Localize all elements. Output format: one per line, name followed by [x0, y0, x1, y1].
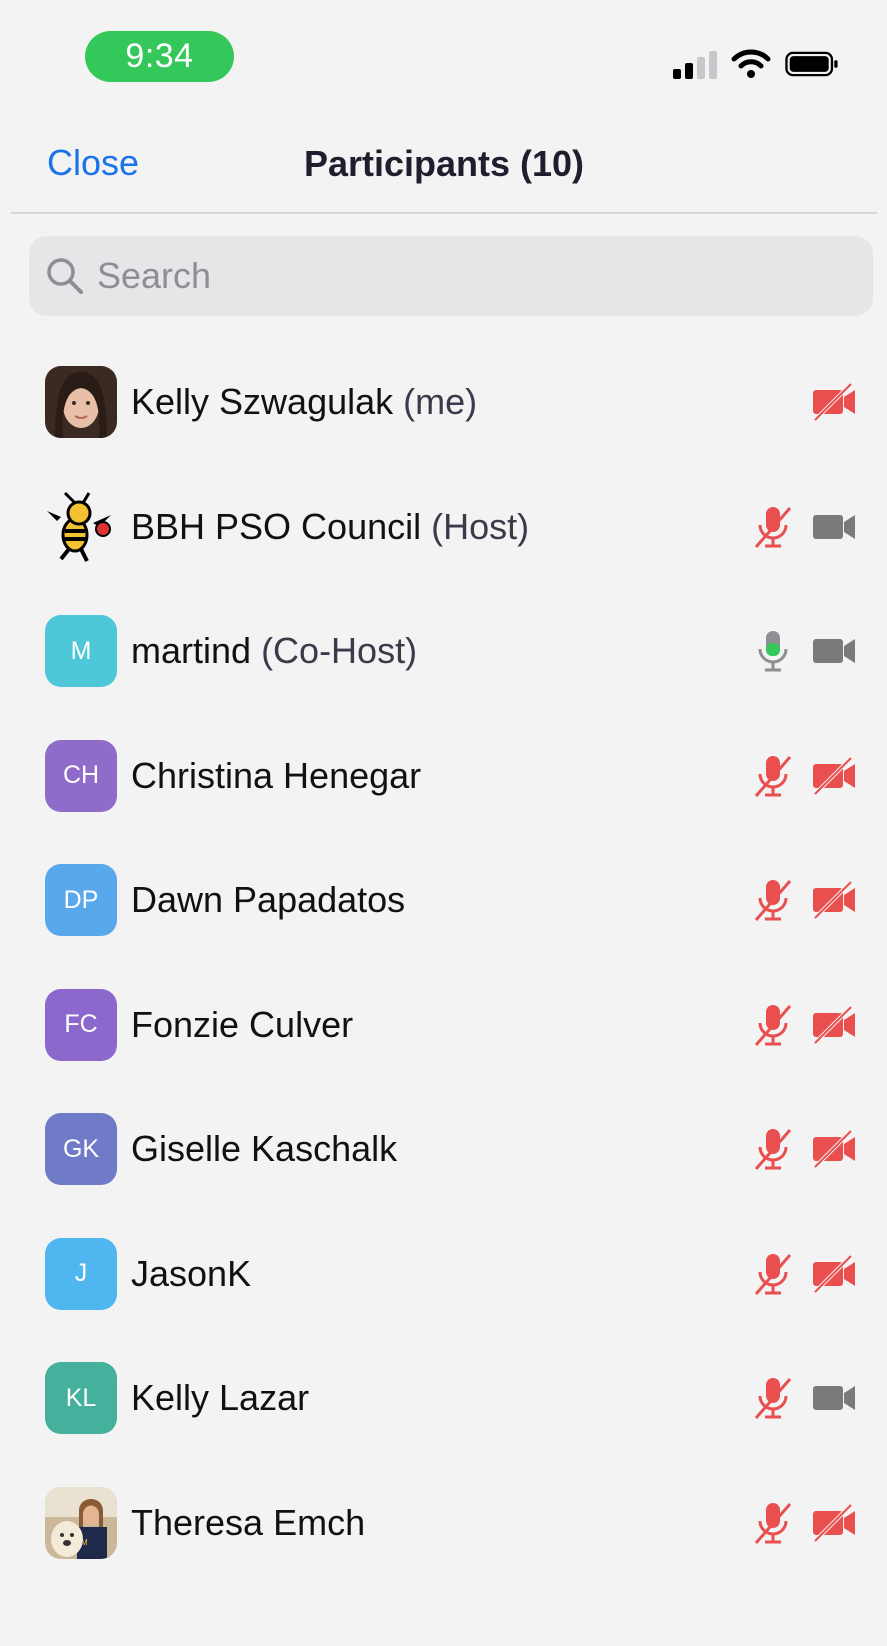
status-time-pill[interactable]: 9:34 — [85, 31, 234, 82]
participant-name: Theresa Emch — [131, 1501, 366, 1543]
microphone-icon — [753, 629, 793, 673]
participant-row[interactable]: GK Giselle Kaschalk — [0, 1087, 887, 1212]
participant-role: (me) — [403, 381, 478, 423]
search-bar[interactable] — [29, 236, 873, 316]
navigation-bar: Close Participants (10) — [11, 124, 877, 214]
avatar — [45, 490, 117, 563]
participant-name-block: Christina Henegar — [131, 755, 421, 797]
video-camera-icon — [811, 1378, 857, 1418]
participant-name-block: Giselle Kaschalk — [131, 1128, 397, 1170]
participant-name: Christina Henegar — [131, 754, 422, 796]
participant-row[interactable]: Kelly Szwagulak (me) — [0, 340, 887, 465]
participant-list: Kelly Szwagulak (me) BBH PSO Council (Hos… — [0, 340, 887, 1585]
avatar-initials: CH — [62, 761, 100, 790]
avatar: M — [45, 615, 117, 688]
video-off-icon — [811, 1254, 857, 1294]
participant-status-icons — [811, 382, 857, 422]
video-off-icon — [811, 756, 857, 796]
video-camera-icon — [811, 631, 857, 671]
participant-name: Kelly Szwagulak — [131, 381, 394, 423]
participant-name-block: BBH PSO Council (Host) — [131, 506, 529, 548]
participant-name-block: Kelly Szwagulak (me) — [131, 381, 477, 423]
search-input[interactable] — [95, 254, 819, 298]
participant-name-block: martind (Co-Host) — [131, 630, 417, 672]
participant-status-icons — [753, 1127, 857, 1171]
participant-name-block: JasonK — [131, 1253, 251, 1295]
microphone-muted-icon — [753, 754, 793, 798]
participant-name: Fonzie Culver — [131, 1003, 354, 1045]
avatar: KL — [45, 1362, 117, 1435]
microphone-muted-icon — [753, 1501, 793, 1545]
participant-row[interactable]: DP Dawn Papadatos — [0, 838, 887, 963]
participant-role: (Host) — [431, 505, 530, 547]
participant-name: BBH PSO Council — [131, 505, 422, 547]
participant-row[interactable]: FC Fonzie Culver — [0, 963, 887, 1088]
avatar: DP — [45, 864, 117, 937]
participant-name-block: Kelly Lazar — [131, 1377, 309, 1419]
status-icons — [673, 46, 839, 82]
status-time: 9:34 — [125, 37, 194, 75]
participant-name: Giselle Kaschalk — [131, 1128, 398, 1170]
participant-name-block: Fonzie Culver — [131, 1004, 353, 1046]
avatar-initials: J — [74, 1259, 88, 1288]
participant-row[interactable]: M Theresa Emch — [0, 1461, 887, 1586]
microphone-muted-icon — [753, 1127, 793, 1171]
participant-name: martind — [131, 630, 252, 672]
wifi-icon — [731, 49, 771, 78]
participant-row[interactable]: CH Christina Henegar — [0, 714, 887, 839]
participant-name-block: Theresa Emch — [131, 1502, 365, 1544]
avatar-initials: KL — [65, 1383, 97, 1412]
avatar-initials: FC — [64, 1010, 98, 1039]
battery-icon — [785, 51, 838, 77]
microphone-muted-icon — [753, 505, 793, 549]
avatar — [45, 366, 117, 439]
page-title: Participants (10) — [303, 143, 585, 184]
video-off-icon — [811, 1503, 857, 1543]
avatar: GK — [45, 1113, 117, 1186]
participant-row[interactable]: KL Kelly Lazar — [0, 1336, 887, 1461]
participant-name-block: Dawn Papadatos — [131, 879, 405, 921]
participant-row[interactable]: BBH PSO Council (Host) — [0, 465, 887, 590]
video-off-icon — [811, 1005, 857, 1045]
participant-status-icons — [753, 1501, 857, 1545]
video-off-icon — [811, 1129, 857, 1169]
microphone-muted-icon — [753, 1003, 793, 1047]
microphone-muted-icon — [753, 878, 793, 922]
video-off-icon — [811, 382, 857, 422]
cellular-signal-icon — [673, 49, 717, 79]
participant-status-icons — [753, 629, 857, 673]
participant-status-icons — [753, 1376, 857, 1420]
participant-name: Kelly Lazar — [131, 1377, 310, 1419]
participant-row[interactable]: J JasonK — [0, 1212, 887, 1337]
participant-status-icons — [753, 1003, 857, 1047]
avatar-initials: DP — [63, 885, 99, 914]
participant-name: Dawn Papadatos — [131, 879, 406, 921]
participant-status-icons — [753, 754, 857, 798]
avatar: M — [45, 1486, 117, 1559]
participant-row[interactable]: Mmartind (Co-Host) — [0, 589, 887, 714]
participant-status-icons — [753, 1252, 857, 1296]
video-off-icon — [811, 880, 857, 920]
avatar: J — [45, 1237, 117, 1310]
avatar-initials: M — [70, 636, 92, 665]
participant-status-icons — [753, 878, 857, 922]
video-camera-icon — [811, 507, 857, 547]
avatar: CH — [45, 739, 117, 812]
avatar-initials: GK — [62, 1134, 100, 1163]
microphone-muted-icon — [753, 1376, 793, 1420]
participant-name: JasonK — [131, 1252, 252, 1294]
participant-role: (Co-Host) — [261, 630, 418, 672]
participant-status-icons — [753, 505, 857, 549]
avatar: FC — [45, 988, 117, 1061]
search-icon — [47, 258, 83, 294]
microphone-muted-icon — [753, 1252, 793, 1296]
